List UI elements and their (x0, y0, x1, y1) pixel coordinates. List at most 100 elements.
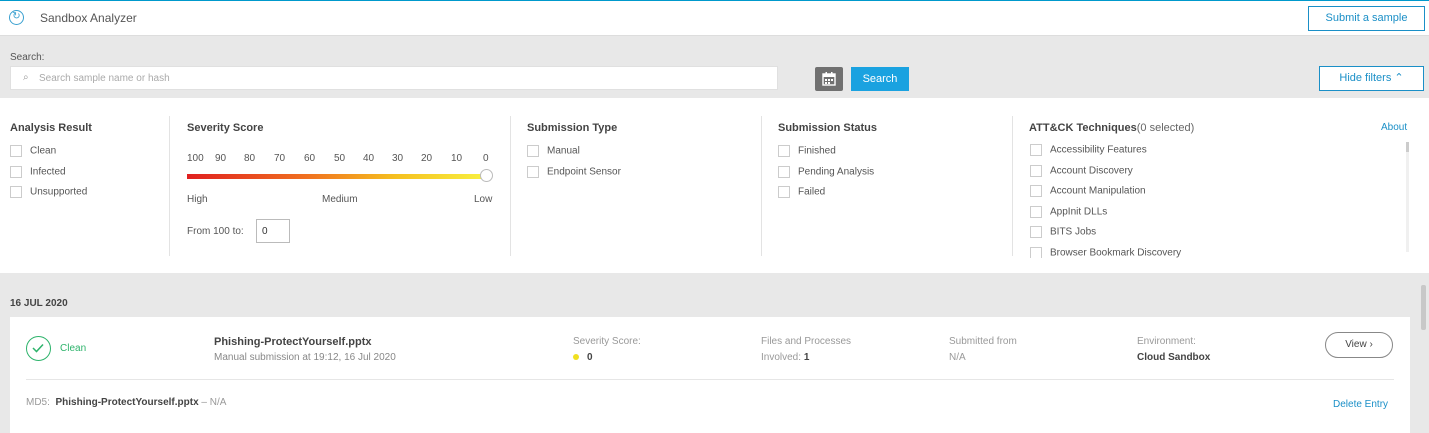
checkbox[interactable] (527, 145, 539, 157)
date-header: 16 JUL 2020 (10, 298, 68, 309)
search-icon: ⌕ (23, 72, 29, 83)
search-placeholder: Search sample name or hash (39, 73, 170, 84)
checkbox[interactable] (1030, 205, 1042, 218)
attack-list-scrollbar[interactable] (1406, 142, 1409, 252)
environment-label: Environment: (1137, 336, 1196, 347)
severity-low-label: Low (474, 194, 493, 205)
tick-label: 80 (244, 153, 256, 164)
md5-file: Phishing-ProtectYourself.pptx (55, 397, 199, 408)
refresh-icon[interactable]: ↻ (9, 10, 24, 25)
tick-label: 20 (421, 153, 433, 164)
checkbox[interactable] (1030, 246, 1042, 258)
attack-title-text: ATT&CK Techniques (1029, 122, 1137, 134)
submission-type-title: Submission Type (527, 122, 618, 134)
filter-infected[interactable]: Infected (10, 166, 66, 180)
severity-score-value: 0 (573, 352, 593, 363)
filter-account-discovery[interactable]: Account Discovery (1030, 164, 1400, 179)
severity-score-label: Severity Score: (573, 336, 641, 347)
analysis-result-title: Analysis Result (10, 122, 92, 134)
calendar-icon (822, 72, 836, 86)
md5-row: MD5: Phishing-ProtectYourself.pptx – N/A (26, 397, 226, 408)
tick-label: 10 (451, 153, 463, 164)
filter-unsupported[interactable]: Unsupported (10, 186, 87, 200)
calendar-button[interactable] (815, 67, 843, 91)
checkbox[interactable] (1030, 226, 1042, 239)
filter-account-manipulation[interactable]: Account Manipulation (1030, 185, 1400, 199)
results-scrollbar[interactable] (1421, 285, 1426, 330)
attack-techniques-title: ATT&CK Techniques(0 selected) (1029, 122, 1194, 134)
divider (26, 379, 1394, 380)
divider (761, 116, 762, 256)
result-card: Clean Phishing-ProtectYourself.pptx Manu… (10, 317, 1410, 433)
checkbox[interactable] (10, 145, 22, 157)
tick-label: 70 (274, 153, 286, 164)
checkbox[interactable] (527, 166, 539, 178)
submit-sample-button[interactable]: Submit a sample (1308, 6, 1425, 31)
filter-bits-jobs[interactable]: BITS Jobs (1030, 226, 1400, 240)
checkbox[interactable] (778, 186, 790, 198)
hide-filters-button[interactable]: Hide filters ⌃ (1319, 66, 1424, 91)
checkbox[interactable] (778, 166, 790, 178)
checkbox[interactable] (1030, 185, 1042, 198)
top-bar: ↻ Sandbox Analyzer Submit a sample (0, 0, 1429, 36)
about-link[interactable]: About (1381, 122, 1407, 133)
involved-value: Involved: 1 (761, 352, 809, 363)
divider (1012, 116, 1013, 256)
search-button[interactable]: Search (851, 67, 909, 91)
submitted-from-label: Submitted from (949, 336, 1017, 347)
scrollbar-thumb[interactable] (1406, 142, 1409, 152)
search-input[interactable]: ⌕ Search sample name or hash (10, 66, 778, 90)
filter-clean[interactable]: Clean (10, 145, 56, 159)
tick-label: 100 (187, 153, 204, 164)
app-title: Sandbox Analyzer (40, 11, 137, 25)
checkbox[interactable] (1030, 144, 1042, 156)
severity-score-title: Severity Score (187, 122, 264, 134)
filter-pending-analysis[interactable]: Pending Analysis (778, 166, 874, 180)
attack-techniques-list: Accessibility Features Account Discovery… (1030, 144, 1400, 258)
filter-browser-bookmark-discovery[interactable]: Browser Bookmark Discovery (1030, 246, 1400, 258)
severity-slider-track[interactable] (187, 174, 485, 179)
search-label: Search: (10, 52, 45, 63)
checkbox[interactable] (1030, 164, 1042, 177)
filter-finished[interactable]: Finished (778, 145, 836, 159)
tick-label: 60 (304, 153, 316, 164)
tick-label: 0 (483, 153, 489, 164)
severity-dot-icon (573, 354, 579, 361)
severity-high-label: High (187, 194, 208, 205)
involved-label: Involved: (761, 352, 802, 363)
checkbox[interactable] (10, 166, 22, 178)
submitted-from-value: N/A (949, 352, 966, 363)
checkbox[interactable] (778, 145, 790, 157)
filter-failed[interactable]: Failed (778, 186, 825, 200)
filter-accessibility-features[interactable]: Accessibility Features (1030, 144, 1400, 158)
status-badge: Clean (60, 343, 87, 354)
files-processes-label: Files and Processes (761, 336, 852, 347)
severity-number: 0 (587, 352, 593, 363)
check-circle-icon (26, 336, 51, 361)
severity-medium-label: Medium (322, 194, 358, 205)
filter-endpoint-sensor[interactable]: Endpoint Sensor (527, 166, 621, 180)
tick-label: 50 (334, 153, 346, 164)
md5-value: – N/A (201, 397, 227, 408)
delete-entry-link[interactable]: Delete Entry (1333, 399, 1388, 410)
severity-slider-handle[interactable] (480, 169, 493, 182)
divider (510, 116, 511, 256)
view-button[interactable]: View › (1325, 332, 1393, 358)
tick-label: 40 (363, 153, 375, 164)
search-area: Search: ⌕ Search sample name or hash Sea… (0, 36, 1429, 98)
file-name: Phishing-ProtectYourself.pptx (214, 336, 372, 348)
results-area: 16 JUL 2020 Clean Phishing-ProtectYourse… (0, 273, 1429, 433)
attack-selected-count: (0 selected) (1136, 122, 1195, 134)
filter-appinit-dlls[interactable]: AppInit DLLs (1030, 205, 1400, 220)
severity-to-input[interactable]: 0 (256, 219, 290, 243)
severity-from-label: From 100 to: (187, 226, 244, 237)
md5-label: MD5: (26, 397, 50, 408)
submission-info: Manual submission at 19:12, 16 Jul 2020 (214, 352, 396, 363)
environment-text: Cloud Sandbox (1137, 352, 1211, 363)
filter-manual[interactable]: Manual (527, 145, 580, 159)
filters-panel: Analysis Result Clean Infected Unsupport… (0, 98, 1429, 273)
environment-value: Cloud Sandbox (1137, 352, 1210, 363)
tick-label: 90 (215, 153, 227, 164)
submission-status-title: Submission Status (778, 122, 878, 134)
checkbox[interactable] (10, 186, 22, 198)
